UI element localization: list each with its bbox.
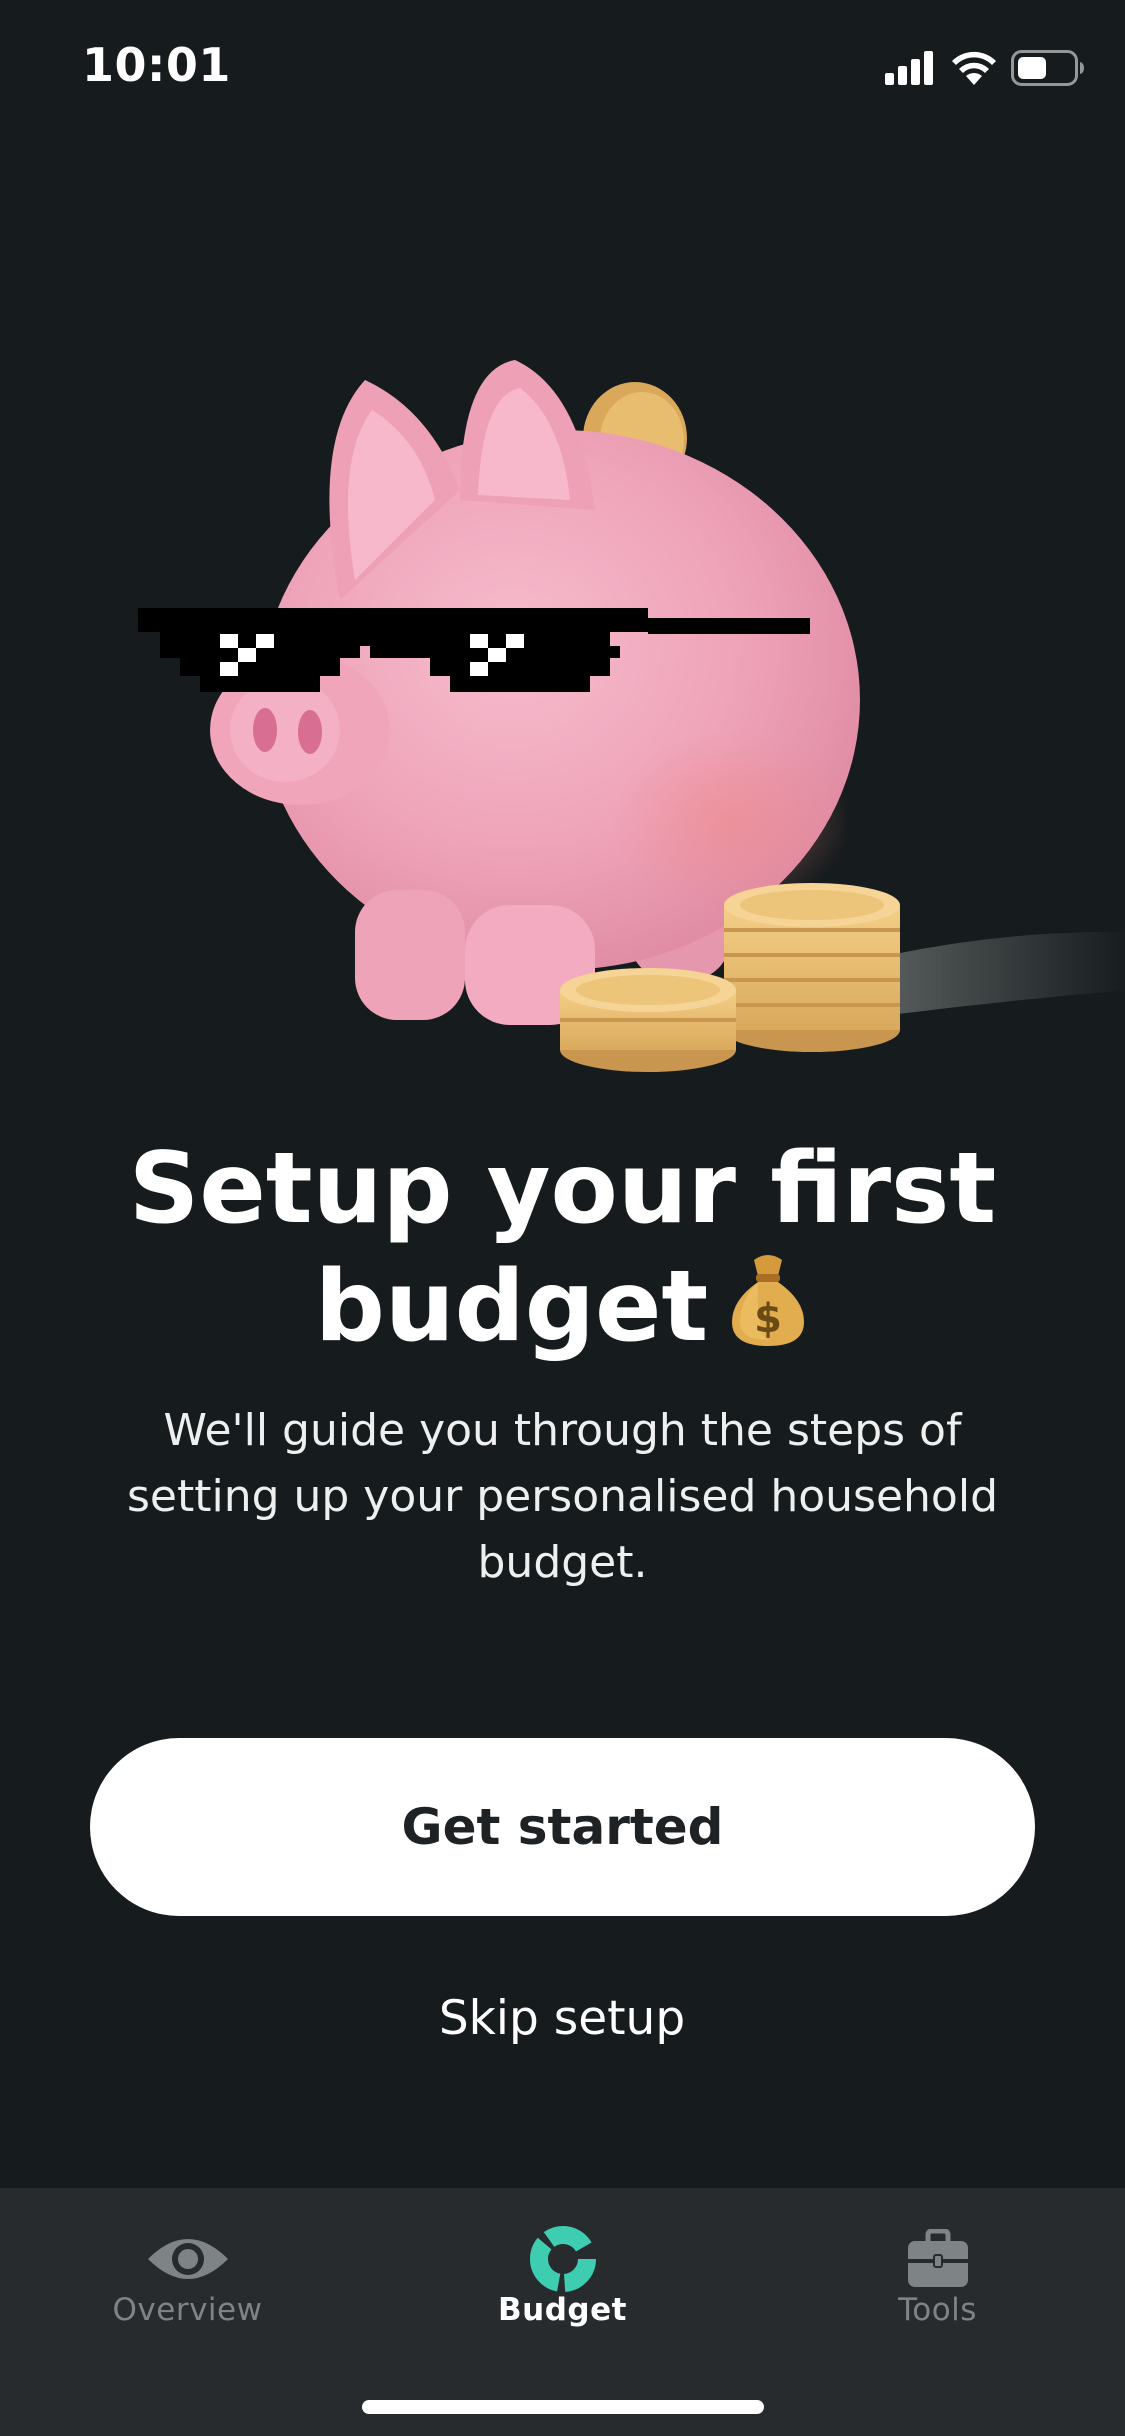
page-subtitle: We'll guide you through the steps of set… [126, 1405, 999, 1588]
wifi-icon [952, 51, 996, 85]
get-started-button[interactable]: Get started [90, 1738, 1035, 1916]
page-title-text: Setup your first budget [128, 1132, 997, 1364]
budget-ring-icon [518, 2214, 608, 2304]
home-indicator [362, 2400, 764, 2414]
status-icons [885, 48, 1085, 88]
tab-budget[interactable]: Budget [375, 2188, 750, 2338]
tab-bar: Overview Budget Tools [0, 2188, 1125, 2436]
status-time: 10:01 [82, 38, 231, 92]
tab-overview[interactable]: Overview [0, 2188, 375, 2338]
budget-onboarding-screen: 10:01 Setup your first budget $ We'll gu… [0, 0, 1125, 2436]
status-bar: 10:01 [0, 0, 1125, 140]
page-title: Setup your first budget $ [60, 1130, 1065, 1366]
cellular-signal-icon [885, 51, 933, 85]
toolbox-icon [893, 2214, 983, 2304]
coin-stack-large [724, 883, 900, 1052]
tab-tools[interactable]: Tools [750, 2188, 1125, 2338]
money-bag-icon: $ [732, 1255, 805, 1346]
coin-stack-small [560, 968, 736, 1072]
tab-budget-label: Budget [498, 2292, 627, 2328]
tab-overview-label: Overview [112, 2292, 263, 2328]
hero-illustration [130, 350, 1125, 1090]
eye-icon [143, 2214, 233, 2304]
battery-icon [1011, 50, 1084, 86]
get-started-label: Get started [401, 1798, 724, 1856]
svg-text:$: $ [754, 1296, 782, 1342]
tab-tools-label: Tools [898, 2292, 977, 2328]
piggy-bank-illustration [138, 360, 1125, 1072]
skip-setup-link[interactable]: Skip setup [312, 1978, 812, 2058]
